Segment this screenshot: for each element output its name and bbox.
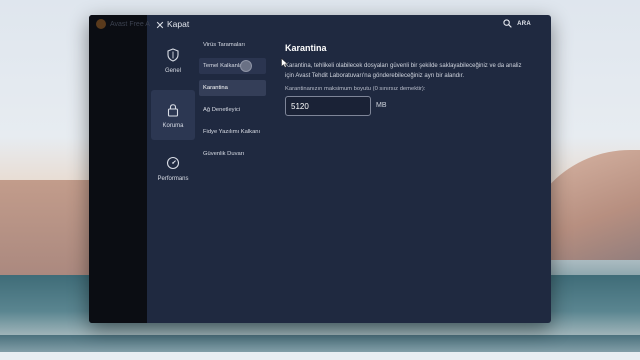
page-description: Karantina, tehlikeli olabilecek dosyalar… bbox=[285, 63, 522, 79]
category-koruma-label: Koruma bbox=[162, 123, 184, 129]
unit-label: MB bbox=[376, 102, 387, 109]
background-app-pane: Avast Free A bbox=[89, 15, 150, 323]
submenu-quarantine[interactable]: Karantina bbox=[199, 80, 266, 96]
submenu-virus-scans[interactable]: Virüs Taramaları bbox=[199, 37, 266, 53]
max-size-input[interactable] bbox=[285, 96, 371, 116]
category-performans-label: Performans bbox=[157, 176, 189, 182]
search-button[interactable]: ARA bbox=[503, 19, 531, 28]
submenu-network-inspector[interactable]: Ağ Denetleyici bbox=[199, 102, 266, 118]
background-app-title-text: Avast Free A bbox=[110, 20, 150, 28]
avast-settings-window: Avast Free A ✕ Kapat ARA Genel Koruma Pe… bbox=[89, 15, 551, 323]
category-genel-label: Genel bbox=[164, 68, 181, 74]
close-icon: ✕ bbox=[155, 20, 165, 32]
category-genel[interactable]: Genel bbox=[151, 46, 195, 90]
search-icon bbox=[503, 19, 512, 28]
lock-icon bbox=[167, 104, 179, 117]
avast-logo-icon bbox=[96, 19, 106, 29]
close-button[interactable]: ✕ bbox=[152, 18, 168, 34]
shield-icon bbox=[167, 48, 179, 62]
search-label: ARA bbox=[517, 20, 531, 27]
submenu-ransomware-shield[interactable]: Fidye Yazılımı Kalkanı bbox=[199, 124, 266, 140]
max-size-label: Karantinanızın maksimum boyutu (0 sınırs… bbox=[285, 86, 426, 92]
page-title: Karantina bbox=[285, 43, 327, 53]
close-label[interactable]: Kapat bbox=[167, 19, 189, 29]
settings-header: ✕ Kapat ARA bbox=[147, 15, 551, 37]
submenu-core-shields[interactable]: Temel Kalkanlar bbox=[199, 58, 266, 74]
cursor-highlight bbox=[240, 60, 252, 72]
category-koruma[interactable]: Koruma bbox=[151, 90, 195, 140]
speedometer-icon bbox=[166, 156, 180, 170]
submenu-firewall[interactable]: Güvenlik Duvarı bbox=[199, 146, 266, 162]
background-app-title: Avast Free A bbox=[96, 19, 150, 29]
mouse-pointer-icon bbox=[281, 58, 288, 68]
taskbar bbox=[0, 352, 640, 360]
category-performans[interactable]: Performans bbox=[151, 152, 195, 196]
